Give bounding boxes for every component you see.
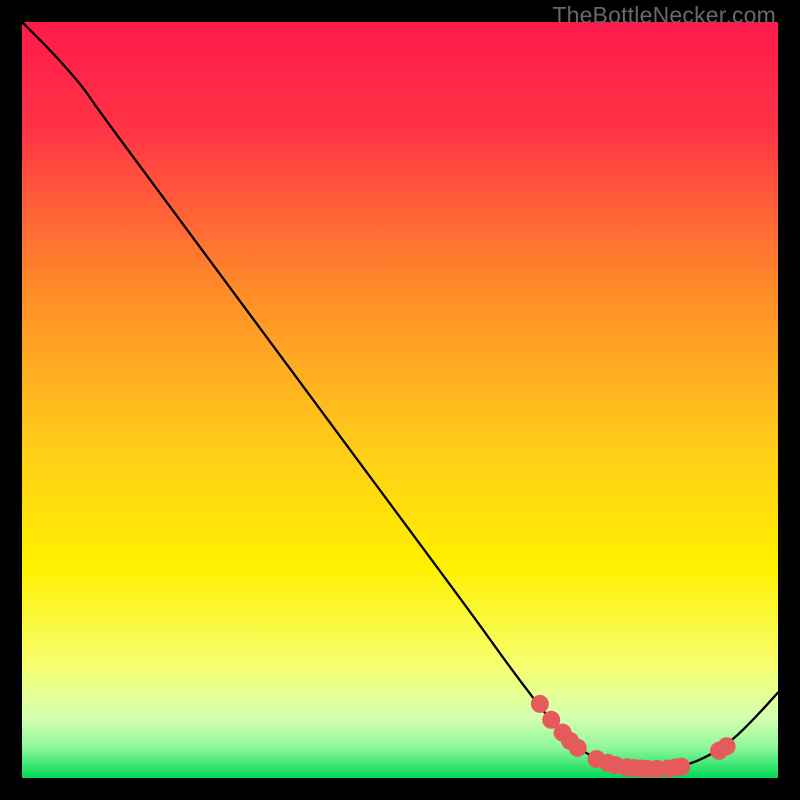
watermark-label: TheBottleNecker.com [552,2,776,29]
data-marker [672,758,690,776]
data-marker [718,737,736,755]
plot-area [22,22,778,778]
gradient-background [22,22,778,778]
data-marker [569,739,587,757]
chart-stage: TheBottleNecker.com [0,0,800,800]
data-marker [531,695,549,713]
chart-svg [22,22,778,778]
